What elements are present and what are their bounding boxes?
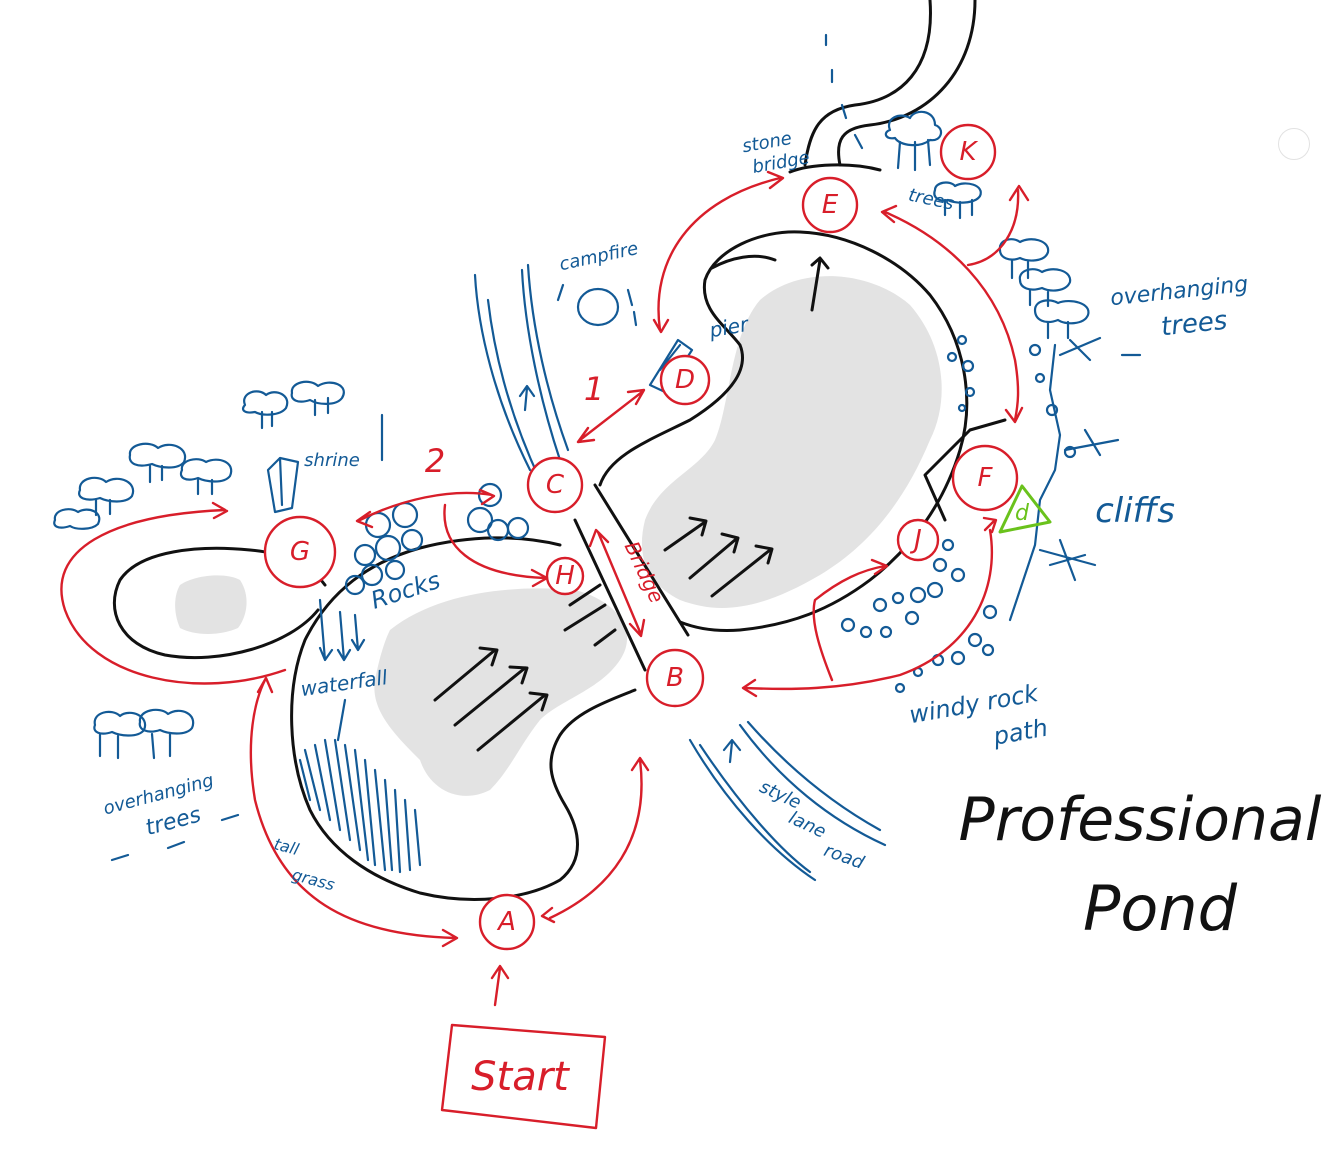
pond-lower-water [374,588,628,796]
windy-rock-path-pebbles [840,538,998,694]
label-cliffs: cliffs [1095,491,1175,531]
title-line-2: Pond [1083,872,1238,945]
node-e: E [801,176,859,234]
label-grass: grass [290,865,337,895]
svg-text:Start: Start [471,1054,570,1100]
node-a: A [478,893,536,951]
map-title: Professional Pond [959,785,1322,945]
node-c: C [526,456,584,514]
svg-text:F: F [978,463,994,493]
label-campfire: campfire [558,238,641,275]
svg-text:E: E [822,190,839,220]
label-lane: lane [785,807,829,842]
svg-text:C: C [546,470,565,500]
pond-map-sketch: A B C D E F G H J K d 1 2 Start stone br… [53,0,1322,1130]
campfire-icon [556,283,638,327]
arrow-c-g [355,488,496,529]
node-b: B [645,648,705,708]
shore-pebbles [946,334,976,413]
svg-text:D: D [675,365,695,395]
arrow-start-to-a [490,964,510,1007]
trees-cluster-left [53,380,345,530]
left-loop-water [175,575,247,634]
stream-dashes [824,33,864,150]
label-trees-top: trees [906,185,955,215]
node-f: F [951,444,1019,512]
node-j: J [896,518,940,562]
shrine-icon [266,456,300,514]
label-windy-rock-path-2: path [990,714,1050,751]
svg-text:G: G [290,537,310,567]
overhanging-branches-right [1038,336,1142,582]
route-number-1: 1 [584,370,604,408]
waterfall-arrows [318,598,366,662]
svg-text:d: d [1015,501,1030,526]
arrow-a-b [540,756,650,924]
stream-outline-left [803,0,932,167]
svg-text:A: A [496,907,516,937]
label-shrine: shrine [304,450,360,471]
node-d: D [659,354,711,406]
label-road: road [821,840,867,874]
label-overhanging-right-1: overhanging [1109,272,1249,311]
label-overhanging-left-2: trees [143,802,204,841]
node-h: H [545,556,585,596]
road-lines-upper [473,263,570,482]
svg-text:H: H [555,561,575,591]
svg-text:B: B [666,663,684,693]
start-box: Start [440,1023,607,1130]
title-line-1: Professional [959,785,1322,855]
node-k: K [939,123,997,181]
route-number-2: 2 [425,442,445,480]
svg-text:K: K [959,137,978,167]
label-overhanging-right-2: trees [1160,306,1229,343]
node-g: G [263,515,337,589]
arrow-c-h [443,503,549,588]
